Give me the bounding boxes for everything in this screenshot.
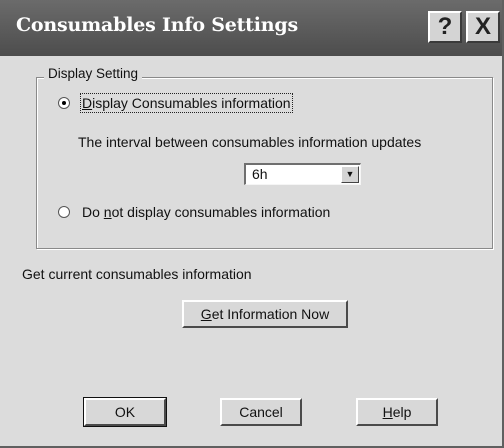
radio-unselected-icon[interactable]	[58, 206, 70, 218]
close-button[interactable]: X	[466, 11, 500, 43]
radio-display-consumables-label: Display Consumables information	[80, 93, 293, 113]
chevron-down-icon[interactable]: ▼	[341, 166, 359, 183]
consumables-info-settings-dialog: Consumables Info Settings ? X Display Se…	[0, 0, 504, 448]
radio-do-not-display-label: Do not display consumables information	[82, 204, 331, 220]
current-info-label: Get current consumables information	[22, 266, 252, 282]
cancel-button[interactable]: Cancel	[220, 398, 302, 426]
title-bar[interactable]: Consumables Info Settings ? X	[0, 0, 502, 56]
help-question-button[interactable]: ?	[428, 11, 462, 43]
close-icon: X	[474, 13, 491, 40]
interval-label: The interval between consumables informa…	[78, 134, 422, 150]
radio-do-not-display[interactable]: Do not display consumables information	[58, 204, 330, 220]
display-setting-group-label: Display Setting	[44, 66, 143, 81]
radio-selected-icon[interactable]	[58, 97, 70, 109]
help-button[interactable]: Help	[356, 398, 438, 426]
interval-select-value: 6h	[252, 166, 268, 182]
question-mark-icon: ?	[437, 13, 453, 40]
get-information-now-button[interactable]: Get Information Now	[182, 300, 348, 328]
interval-select[interactable]: 6h ▼	[244, 163, 361, 185]
ok-button[interactable]: OK	[83, 397, 167, 427]
window-title: Consumables Info Settings	[16, 14, 298, 36]
radio-display-consumables[interactable]: Display Consumables information	[58, 93, 293, 113]
